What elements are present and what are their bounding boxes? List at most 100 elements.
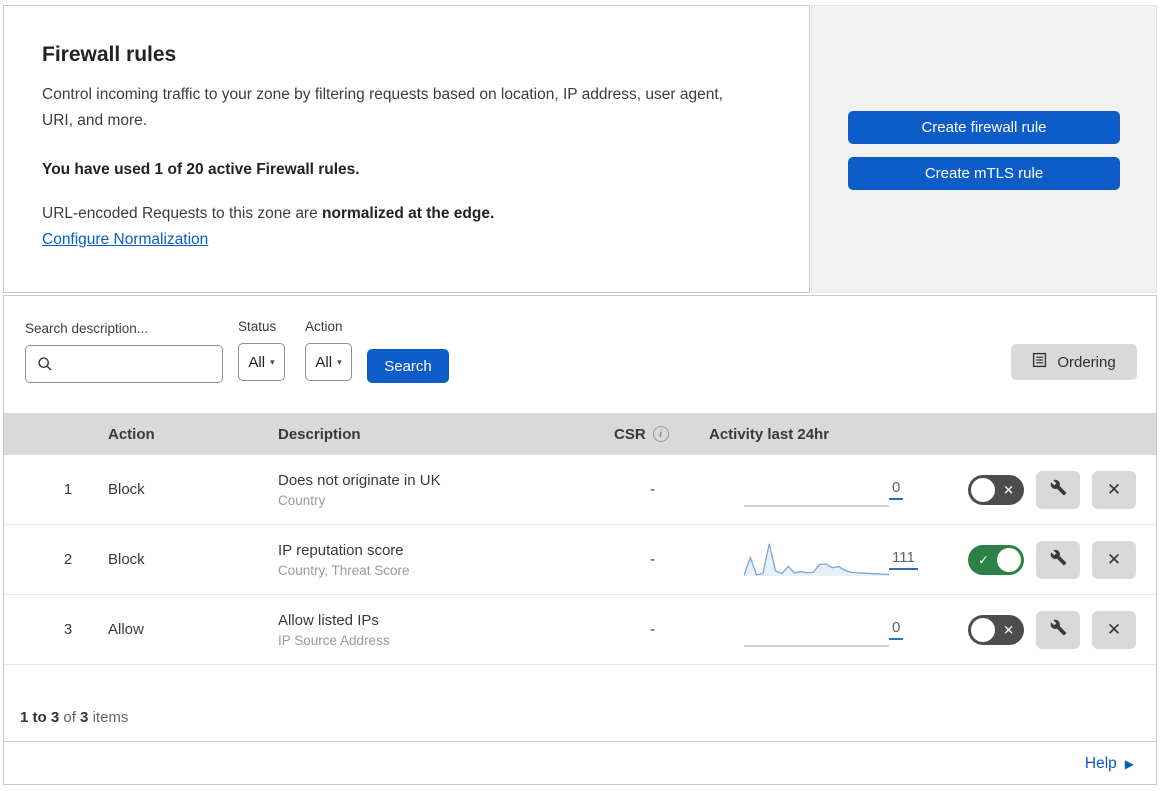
normalization-bold: normalized at the edge.	[322, 205, 495, 223]
header-csr-label: CSR	[614, 425, 646, 443]
activity-sparkline	[744, 541, 889, 579]
activity-count-link[interactable]: 111	[889, 549, 918, 570]
header-csr: CSR i	[598, 426, 688, 443]
ordering-button[interactable]: Ordering	[1011, 344, 1137, 380]
rule-controls: ✓ ✕ ✕	[903, 610, 1136, 649]
rule-description: Allow listed IPs	[278, 611, 379, 629]
rules-panel: Search description... Status All ▾ Actio…	[3, 295, 1157, 785]
status-label: Status	[238, 319, 277, 334]
rule-description: IP reputation score	[278, 541, 404, 559]
rule-criteria: IP Source Address	[278, 632, 390, 648]
rule-controls: ✓ ✕ ✕	[918, 540, 1136, 579]
rule-enabled-toggle[interactable]: ✓ ✕	[968, 544, 1024, 575]
check-icon: ✓	[978, 552, 989, 567]
create-firewall-rule-button[interactable]: Create firewall rule	[848, 111, 1120, 144]
delete-rule-button[interactable]: ✕	[1092, 540, 1136, 579]
wrench-icon	[1050, 549, 1067, 571]
action-select[interactable]: All ▾	[305, 343, 352, 381]
wrench-icon	[1050, 619, 1067, 641]
toggle-knob	[997, 547, 1021, 572]
status-select-value: All	[248, 353, 266, 371]
rule-priority-number: 3	[63, 621, 73, 638]
help-link[interactable]: Help ▶	[1085, 755, 1134, 773]
x-icon: ✕	[1003, 482, 1014, 497]
table-row: 3 Allow Allow listed IPs IP Source Addre…	[4, 595, 1156, 665]
rule-priority-number: 2	[63, 551, 73, 568]
action-filter-group: Action All ▾	[305, 319, 352, 381]
rule-criteria: Country, Threat Score	[278, 562, 410, 578]
header-description: Description	[278, 425, 361, 443]
rule-activity-cell: 0 ✓ ✕ ✕	[688, 610, 1136, 649]
items-of: of	[63, 709, 76, 726]
close-icon: ✕	[1106, 479, 1122, 499]
edit-rule-button[interactable]	[1036, 540, 1080, 579]
table-header: Action Description CSR i Activity last 2…	[4, 413, 1156, 455]
x-icon: ✕	[1003, 622, 1014, 637]
rule-priority-number: 1	[63, 481, 73, 498]
table-row: 1 Block Does not originate in UK Country…	[4, 455, 1156, 525]
status-filter-group: Status All ▾	[238, 319, 285, 381]
close-icon: ✕	[1106, 549, 1122, 569]
ordering-list-icon	[1032, 352, 1047, 372]
delete-rule-button[interactable]: ✕	[1092, 470, 1136, 509]
normalization-note: URL-encoded Requests to this zone are no…	[42, 205, 765, 223]
toggle-knob	[971, 617, 995, 642]
activity-sparkline	[744, 471, 889, 509]
rule-csr-value: -	[650, 481, 655, 498]
search-box	[25, 345, 223, 383]
ordering-button-label: Ordering	[1057, 353, 1116, 371]
help-bar: Help ▶	[4, 742, 1156, 786]
wrench-icon	[1050, 479, 1067, 501]
chevron-down-icon: ▾	[337, 356, 342, 367]
rule-description-cell: Does not originate in UK Country	[278, 472, 598, 508]
action-select-value: All	[315, 353, 333, 371]
pagination-summary: 1 to 3 of 3 items	[4, 665, 1156, 742]
chevron-down-icon: ▾	[270, 356, 275, 367]
page-title: Firewall rules	[42, 43, 177, 66]
rule-action: Block	[108, 551, 145, 568]
search-input[interactable]	[25, 345, 223, 383]
status-select[interactable]: All ▾	[238, 343, 285, 381]
header-activity: Activity last 24hr	[709, 425, 830, 443]
filter-bar: Search description... Status All ▾ Actio…	[4, 296, 1156, 413]
search-button[interactable]: Search	[367, 349, 449, 383]
rule-csr-value: -	[650, 621, 655, 638]
rule-activity-cell: 0 ✓ ✕ ✕	[688, 470, 1136, 509]
rule-action: Allow	[108, 621, 144, 638]
edit-rule-button[interactable]	[1036, 470, 1080, 509]
rule-csr-value: -	[650, 551, 655, 568]
page-description: Control incoming traffic to your zone by…	[42, 86, 723, 130]
firewall-rules-page: Firewall rules Control incoming traffic …	[0, 0, 1161, 791]
delete-rule-button[interactable]: ✕	[1092, 610, 1136, 649]
search-group: Search description...	[25, 321, 223, 383]
header-action: Action	[108, 425, 155, 443]
activity-count-link[interactable]: 0	[889, 619, 904, 640]
toggle-knob	[971, 477, 995, 502]
rule-enabled-toggle[interactable]: ✓ ✕	[968, 474, 1024, 505]
side-panel: Create firewall rule Create mTLS rule	[811, 5, 1157, 293]
rule-action: Block	[108, 481, 145, 498]
rule-description-cell: Allow listed IPs IP Source Address	[278, 612, 598, 648]
info-icon[interactable]: i	[652, 426, 669, 442]
edit-rule-button[interactable]	[1036, 610, 1080, 649]
activity-count-link[interactable]: 0	[889, 479, 904, 500]
search-label: Search description...	[25, 321, 149, 336]
close-icon: ✕	[1106, 619, 1122, 639]
items-total: 3	[80, 709, 89, 726]
usage-summary: You have used 1 of 20 active Firewall ru…	[42, 161, 360, 179]
create-mtls-rule-button[interactable]: Create mTLS rule	[848, 157, 1120, 190]
items-range: 1 to 3	[20, 709, 60, 726]
help-label: Help	[1084, 755, 1117, 772]
items-word: items	[92, 709, 129, 726]
table-row: 2 Block IP reputation score Country, Thr…	[4, 525, 1156, 595]
rule-description: Does not originate in UK	[278, 471, 441, 489]
rule-enabled-toggle[interactable]: ✓ ✕	[968, 614, 1024, 645]
configure-normalization-link[interactable]: Configure Normalization	[42, 231, 208, 249]
action-label: Action	[305, 319, 343, 334]
rule-criteria: Country	[278, 492, 326, 508]
rule-activity-cell: 111 ✓ ✕ ✕	[688, 540, 1136, 579]
rule-controls: ✓ ✕ ✕	[903, 470, 1136, 509]
rule-description-cell: IP reputation score Country, Threat Scor…	[278, 542, 598, 578]
activity-sparkline	[744, 611, 889, 649]
intro-card: Firewall rules Control incoming traffic …	[3, 5, 810, 293]
